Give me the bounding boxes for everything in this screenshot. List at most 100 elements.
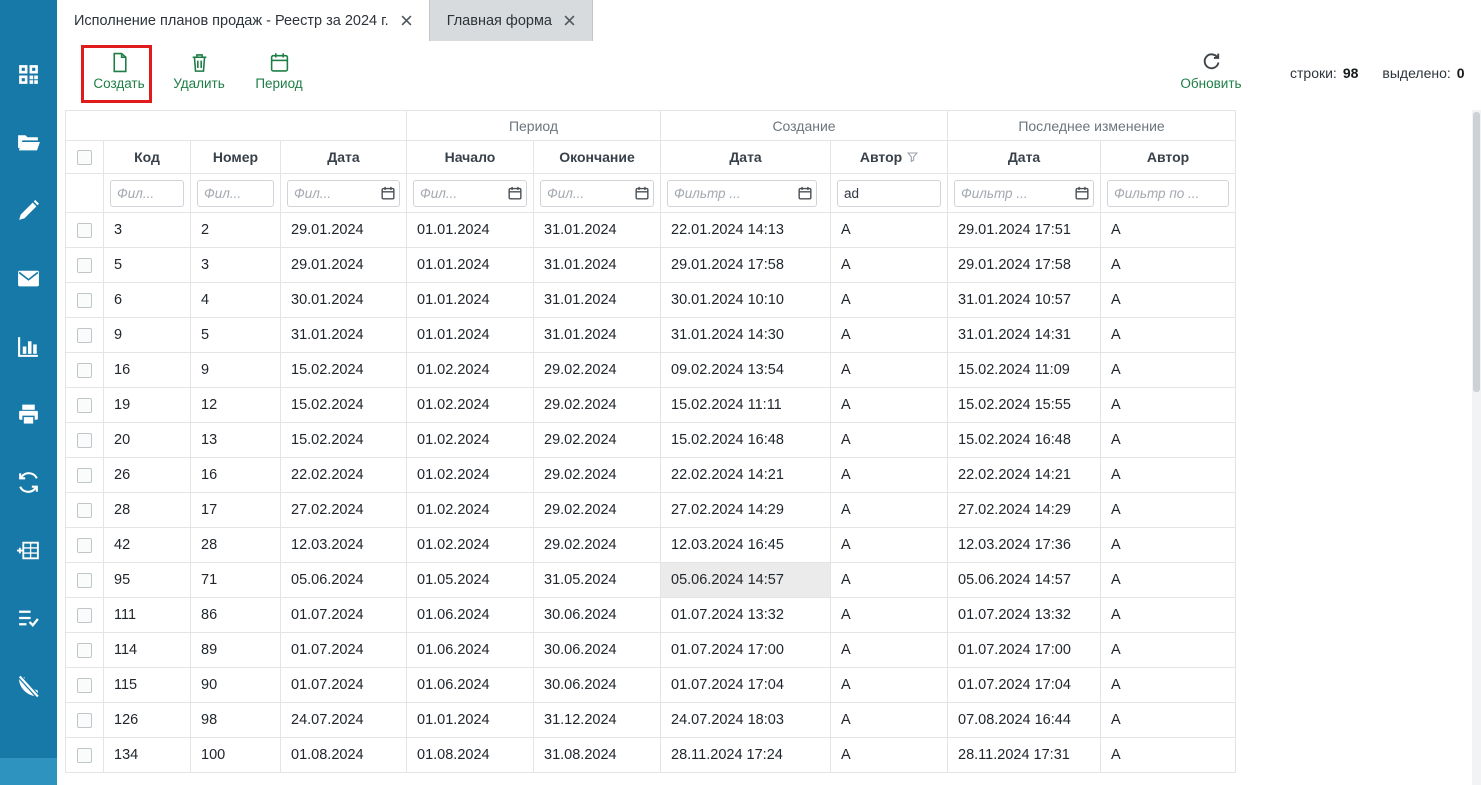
table-cell[interactable]: 01.07.2024 <box>281 633 407 668</box>
column-header-date[interactable]: Дата <box>281 141 407 174</box>
table-cell[interactable]: 17 <box>191 493 281 528</box>
table-cell[interactable]: 31.12.2024 <box>534 703 661 738</box>
phone-slash-icon[interactable] <box>16 674 41 699</box>
calendar-picker-icon[interactable] <box>1075 186 1089 200</box>
table-cell[interactable]: A <box>1101 528 1236 563</box>
table-cell[interactable]: 27.02.2024 14:29 <box>948 493 1101 528</box>
table-cell[interactable]: 01.07.2024 17:00 <box>948 633 1101 668</box>
table-cell[interactable]: 01.01.2024 <box>407 703 534 738</box>
table-cell[interactable]: A <box>1101 353 1236 388</box>
table-cell[interactable]: 29.01.2024 17:58 <box>661 248 831 283</box>
table-cell[interactable]: 15.02.2024 16:48 <box>661 423 831 458</box>
table-cell[interactable]: 29.02.2024 <box>534 388 661 423</box>
table-cell[interactable]: A <box>831 668 948 703</box>
table-row[interactable]: 422812.03.202401.02.202429.02.202412.03.… <box>66 528 1236 563</box>
pencil-icon[interactable] <box>16 198 41 223</box>
table-cell[interactable]: 16 <box>104 353 191 388</box>
row-checkbox[interactable] <box>77 293 92 308</box>
row-checkbox[interactable] <box>77 363 92 378</box>
table-cell[interactable]: A <box>1101 598 1236 633</box>
table-cell[interactable]: 12.03.2024 <box>281 528 407 563</box>
calendar-picker-icon[interactable] <box>508 186 522 200</box>
select-all-checkbox[interactable] <box>77 150 92 165</box>
table-cell[interactable]: 31.05.2024 <box>534 563 661 598</box>
filter-input-change-date[interactable] <box>954 180 1094 207</box>
table-cell[interactable]: 28 <box>191 528 281 563</box>
table-cell[interactable]: 31.01.2024 <box>534 248 661 283</box>
table-cell[interactable]: 12 <box>191 388 281 423</box>
table-cell[interactable]: 01.06.2024 <box>407 633 534 668</box>
table-cell[interactable]: A <box>831 703 948 738</box>
table-cell[interactable]: 01.07.2024 17:04 <box>661 668 831 703</box>
table-cell[interactable]: 15.02.2024 11:11 <box>661 388 831 423</box>
table-cell[interactable]: 31.01.2024 <box>281 318 407 353</box>
table-cell[interactable]: 29.01.2024 17:51 <box>948 213 1101 248</box>
column-header-change-date[interactable]: Дата <box>948 141 1101 174</box>
table-cell[interactable]: 22.02.2024 14:21 <box>661 458 831 493</box>
table-cell[interactable]: 30.06.2024 <box>534 668 661 703</box>
table-cell[interactable]: 01.02.2024 <box>407 388 534 423</box>
table-cell[interactable]: 30.01.2024 <box>281 283 407 318</box>
table-cell[interactable]: A <box>1101 423 1236 458</box>
table-row[interactable]: 1269824.07.202401.01.202431.12.202424.07… <box>66 703 1236 738</box>
table-cell[interactable]: 71 <box>191 563 281 598</box>
table-row[interactable]: 281727.02.202401.02.202429.02.202427.02.… <box>66 493 1236 528</box>
table-cell[interactable]: 30.01.2024 10:10 <box>661 283 831 318</box>
table-cell[interactable]: 5 <box>104 248 191 283</box>
table-row[interactable]: 6430.01.202401.01.202431.01.202430.01.20… <box>66 283 1236 318</box>
column-header-change-author[interactable]: Автор <box>1101 141 1236 174</box>
row-checkbox[interactable] <box>77 258 92 273</box>
table-cell[interactable]: 29.01.2024 <box>281 213 407 248</box>
table-cell[interactable]: 28.11.2024 17:31 <box>948 738 1101 773</box>
column-header-start[interactable]: Начало <box>407 141 534 174</box>
table-cell[interactable]: 31.01.2024 <box>534 318 661 353</box>
table-cell[interactable]: 01.02.2024 <box>407 528 534 563</box>
table-cell[interactable]: 98 <box>191 703 281 738</box>
table-cell[interactable]: A <box>831 598 948 633</box>
table-cell[interactable]: 30.06.2024 <box>534 633 661 668</box>
tab-close-icon[interactable] <box>401 15 412 26</box>
row-checkbox[interactable] <box>77 748 92 763</box>
table-cell[interactable]: A <box>1101 563 1236 598</box>
table-cell[interactable]: 115 <box>104 668 191 703</box>
table-cell[interactable]: 07.08.2024 16:44 <box>948 703 1101 738</box>
table-cell[interactable]: 27.02.2024 <box>281 493 407 528</box>
table-cell[interactable]: 01.02.2024 <box>407 353 534 388</box>
table-cell[interactable]: 3 <box>191 248 281 283</box>
table-cell[interactable]: A <box>1101 318 1236 353</box>
filter-input-creation-date[interactable] <box>667 180 817 207</box>
table-cell[interactable]: A <box>831 493 948 528</box>
table-cell[interactable]: 31.01.2024 <box>534 213 661 248</box>
table-cell[interactable]: 134 <box>104 738 191 773</box>
table-cell[interactable]: A <box>831 353 948 388</box>
table-cell[interactable]: 29.01.2024 17:58 <box>948 248 1101 283</box>
delete-button[interactable]: Удалить <box>167 49 231 91</box>
row-checkbox[interactable] <box>77 538 92 553</box>
table-cell[interactable]: 2 <box>191 213 281 248</box>
table-cell[interactable]: 29.02.2024 <box>534 493 661 528</box>
table-cell[interactable]: 42 <box>104 528 191 563</box>
printer-icon[interactable] <box>16 402 41 427</box>
table-cell[interactable]: A <box>1101 213 1236 248</box>
table-row[interactable]: 3229.01.202401.01.202431.01.202422.01.20… <box>66 213 1236 248</box>
table-cell[interactable]: 12.03.2024 17:36 <box>948 528 1101 563</box>
filter-input-change-author[interactable] <box>1107 180 1229 207</box>
table-cell[interactable]: 01.01.2024 <box>407 283 534 318</box>
table-cell[interactable]: 09.02.2024 13:54 <box>661 353 831 388</box>
refresh-button[interactable]: Обновить <box>1179 49 1243 91</box>
table-row[interactable]: 5329.01.202401.01.202431.01.202429.01.20… <box>66 248 1236 283</box>
row-checkbox[interactable] <box>77 398 92 413</box>
table-cell[interactable]: A <box>1101 283 1236 318</box>
table-cell[interactable]: 12.03.2024 16:45 <box>661 528 831 563</box>
table-cell[interactable]: 31.01.2024 14:31 <box>948 318 1101 353</box>
row-checkbox[interactable] <box>77 713 92 728</box>
period-button[interactable]: Период <box>247 49 311 91</box>
table-cell[interactable]: A <box>831 423 948 458</box>
table-row[interactable]: 201315.02.202401.02.202429.02.202415.02.… <box>66 423 1236 458</box>
column-header-number[interactable]: Номер <box>191 141 281 174</box>
table-cell[interactable]: 26 <box>104 458 191 493</box>
table-cell[interactable]: 16 <box>191 458 281 493</box>
bar-chart-icon[interactable] <box>16 334 41 359</box>
table-cell[interactable]: 01.07.2024 17:00 <box>661 633 831 668</box>
table-row[interactable]: 1148901.07.202401.06.202430.06.202401.07… <box>66 633 1236 668</box>
